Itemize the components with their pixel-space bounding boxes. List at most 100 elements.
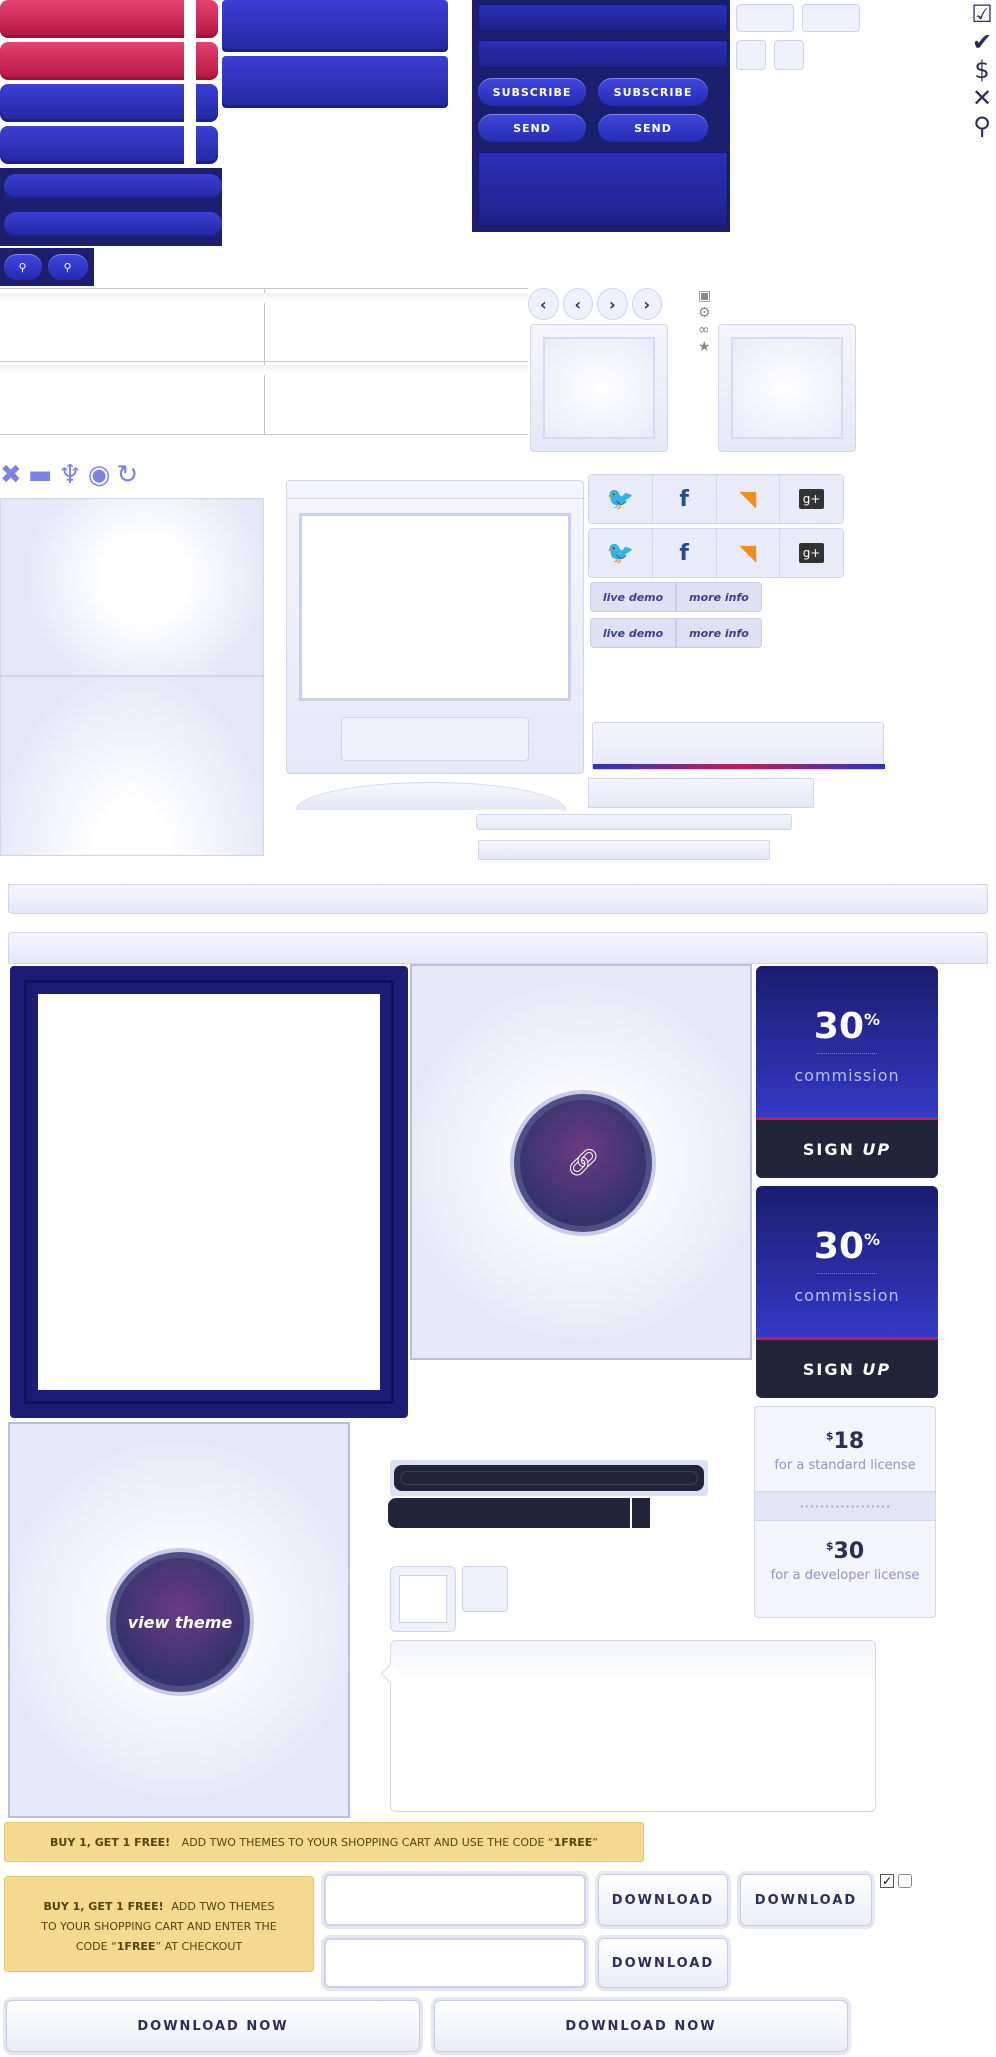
link-tile: 🔗︎ <box>410 964 752 1360</box>
search-button-2[interactable]: ⚲ <box>48 254 88 280</box>
table-grid <box>0 288 528 435</box>
chevron-left-icon: ‹ <box>574 294 582 314</box>
twitter-button[interactable]: 🐦 <box>589 529 653 577</box>
demo-tabs-1: live demo more info <box>590 582 762 612</box>
arrow-buttons: ‹ ‹ › › <box>528 288 662 320</box>
navy-input-1[interactable] <box>4 174 222 200</box>
developer-price: $30 <box>825 1539 865 1564</box>
pricing-divider: ·················· <box>755 1491 935 1521</box>
wrench-icon: ✖ <box>0 460 22 490</box>
send-button-2[interactable]: SEND <box>598 114 708 142</box>
social-row-2: 🐦 f ◥ g+ <box>588 528 844 578</box>
image-frame-1 <box>530 324 668 452</box>
monitor-frame <box>286 480 585 774</box>
progress-bar <box>388 1498 650 1528</box>
link-icon: ∞ <box>698 322 710 338</box>
tab-bar-2 <box>476 814 792 830</box>
google-plus-icon: g+ <box>798 489 825 509</box>
view-theme-button[interactable]: view theme <box>110 1552 250 1692</box>
chevron-right-icon: › <box>643 294 651 314</box>
dark-image-frame <box>10 966 408 1418</box>
wide-bar-1 <box>8 884 988 914</box>
signup-button[interactable]: SIGN UP <box>756 1337 938 1398</box>
tool-icons: ✖ ▬ ♆ ◉ ↻ <box>0 462 160 496</box>
dark-frame-inner <box>38 994 380 1390</box>
navy-input-2[interactable] <box>4 212 222 238</box>
accent-bar-panel <box>592 722 885 770</box>
checkbox-small[interactable] <box>462 1566 508 1612</box>
twitter-button[interactable]: 🐦 <box>589 475 653 523</box>
live-demo-button[interactable]: live demo <box>590 618 676 648</box>
signup-button[interactable]: SIGN UP <box>756 1117 938 1178</box>
arrow-right-button-2[interactable]: › <box>631 288 662 320</box>
small-icons: ▣ ⚙ ∞ ★ <box>698 288 718 356</box>
pricing-card: $18 for a standard license ·············… <box>754 1406 936 1618</box>
commission-label: commission <box>794 1066 900 1085</box>
text-input-2[interactable] <box>324 1938 586 1988</box>
commission-percent: 30% <box>813 1006 881 1047</box>
download-button-3[interactable]: DOWNLOAD <box>598 1938 728 1988</box>
standard-price: $18 <box>825 1429 865 1454</box>
gear-icon: ⚙ <box>698 305 711 321</box>
rss-button[interactable]: ◥ <box>716 475 781 523</box>
text-input-1[interactable] <box>324 1874 586 1926</box>
box-icon: ▣ <box>698 288 712 304</box>
send-button-1[interactable]: SEND <box>478 114 586 142</box>
blue-panel-1[interactable] <box>222 0 448 52</box>
form-input-2[interactable] <box>478 40 728 68</box>
download-now-button-2[interactable]: DOWNLOAD NOW <box>434 2000 848 2052</box>
speech-bubble <box>390 1640 876 1812</box>
message-textarea[interactable] <box>478 152 728 226</box>
commission-card-2: 30% commission SIGN UP <box>756 1186 938 1398</box>
chevron-right-icon: › <box>608 294 616 314</box>
monitor-stand <box>296 782 566 810</box>
rss-button[interactable]: ◥ <box>716 529 781 577</box>
eye-icon: ◉ <box>87 460 111 490</box>
blue-panel-2[interactable] <box>222 56 448 108</box>
promo-box: BUY 1, GET 1 FREE! ADD TWO THEMES TO YOU… <box>4 1876 314 1972</box>
checkbox-checked[interactable]: ✓ <box>880 1874 894 1888</box>
subscribe-button-1[interactable]: SUBSCRIBE <box>478 78 586 106</box>
demo-tabs-2: live demo more info <box>590 618 762 648</box>
arrow-left-button[interactable]: ‹ <box>528 288 559 320</box>
promo-banner: BUY 1, GET 1 FREE! ADD TWO THEMES TO YOU… <box>4 1822 644 1862</box>
checkbox-unchecked[interactable] <box>898 1874 912 1888</box>
search-icon: ⚲ <box>63 260 73 274</box>
small-input-2[interactable] <box>802 4 860 32</box>
facebook-icon: f <box>679 486 689 512</box>
arrow-right-button[interactable]: › <box>597 288 628 320</box>
facebook-button[interactable]: f <box>652 475 717 523</box>
arrow-left-button-2[interactable]: ‹ <box>562 288 593 320</box>
download-now-button-1[interactable]: DOWNLOAD NOW <box>6 2000 420 2052</box>
google-plus-button[interactable]: g+ <box>780 475 843 523</box>
bar-divider <box>184 0 196 166</box>
link-button[interactable]: 🔗︎ <box>514 1094 652 1232</box>
download-button-2[interactable]: DOWNLOAD <box>740 1874 872 1926</box>
chart-icon: $ <box>974 56 990 84</box>
progress-track <box>390 1460 708 1496</box>
google-plus-icon: g+ <box>798 543 825 563</box>
wrench-icon: ✕ <box>971 84 993 112</box>
more-info-button[interactable]: more info <box>676 618 762 648</box>
facebook-button[interactable]: f <box>652 529 717 577</box>
trophy-icon: ♆ <box>58 460 82 490</box>
monitor-base <box>341 717 529 761</box>
google-plus-button[interactable]: g+ <box>780 529 843 577</box>
small-input-1[interactable] <box>736 4 794 32</box>
subscribe-button-2[interactable]: SUBSCRIBE <box>598 78 708 106</box>
small-input-4[interactable] <box>774 40 804 70</box>
more-info-button[interactable]: more info <box>676 582 762 612</box>
search-button-1[interactable]: ⚲ <box>4 254 42 280</box>
download-button-1[interactable]: DOWNLOAD <box>598 1874 728 1926</box>
view-theme-tile: view theme <box>8 1422 350 1818</box>
small-input-3[interactable] <box>736 40 766 70</box>
form-input-1[interactable] <box>478 4 728 32</box>
image-frame-2 <box>718 324 856 452</box>
rss-icon: ◥ <box>739 486 757 512</box>
facebook-icon: f <box>679 540 689 566</box>
commission-card-1: 30% commission SIGN UP <box>756 966 938 1178</box>
chat-icon: ▬ <box>27 460 53 490</box>
checkbox-large[interactable] <box>390 1566 456 1632</box>
search-icon: ⚲ <box>18 260 28 274</box>
live-demo-button[interactable]: live demo <box>590 582 676 612</box>
